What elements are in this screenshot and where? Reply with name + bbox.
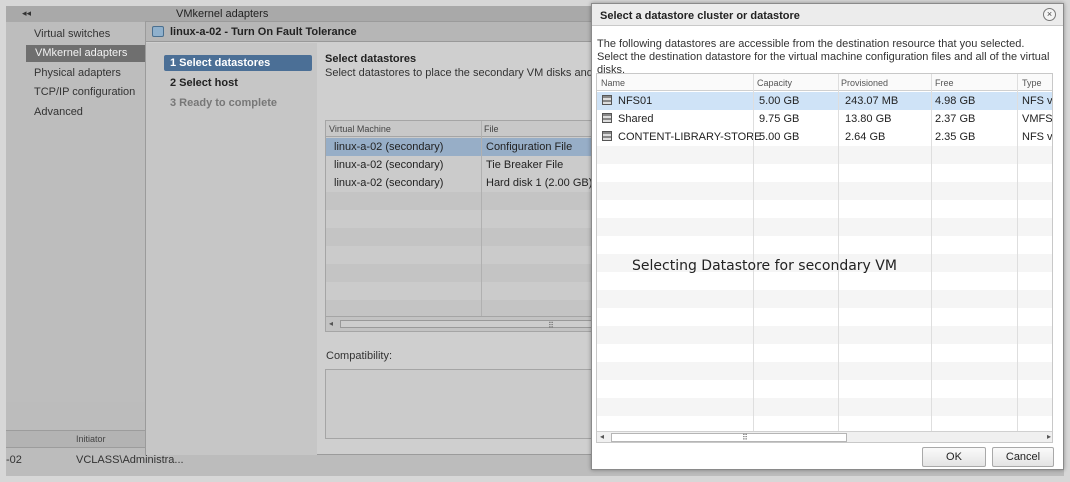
column-divider xyxy=(838,74,839,431)
row-vm-name: linux-a-02 (secondary) xyxy=(334,177,444,189)
column-divider xyxy=(481,121,482,316)
task-row-initiator: VCLASS\Administra... xyxy=(76,454,184,466)
column-file[interactable]: File xyxy=(484,124,499,134)
wizard-steps: 1 Select datastores 2 Select host 3 Read… xyxy=(146,43,317,455)
datastore-type: NFS v3 xyxy=(1022,95,1053,107)
empty-row xyxy=(326,300,599,316)
collapse-panel-icon[interactable]: ◂◂ xyxy=(22,8,31,19)
column-divider xyxy=(753,74,754,431)
wizard-page-subtitle: Select datastores to place the secondary… xyxy=(325,67,632,79)
datastore-name: CONTENT-LIBRARY-STORE xyxy=(618,131,762,143)
empty-row xyxy=(597,362,1052,380)
compatibility-label: Compatibility: xyxy=(326,350,393,362)
row-vm-name: linux-a-02 (secondary) xyxy=(334,159,444,171)
datastore-icon xyxy=(602,131,612,141)
datastore-type: NFS v3 xyxy=(1022,131,1053,143)
datastore-capacity: 5.00 GB xyxy=(759,95,800,107)
datastore-free: 2.35 GB xyxy=(935,131,976,143)
close-icon[interactable]: × xyxy=(1043,8,1056,21)
nav-item-advanced[interactable]: Advanced xyxy=(34,106,83,118)
dialog-title-bar: Select a datastore cluster or datastore … xyxy=(592,4,1063,26)
datastore-capacity: 5.00 GB xyxy=(759,131,800,143)
column-capacity[interactable]: Capacity xyxy=(757,78,792,88)
datastore-grid-horizontal-scrollbar[interactable]: ◂ ⠿ ▸ xyxy=(597,431,1052,442)
row-file: Configuration File xyxy=(486,141,573,153)
datastore-name: Shared xyxy=(618,113,654,125)
datastore-icon xyxy=(602,113,612,123)
dialog-description: The following datastores are accessible … xyxy=(597,38,1050,76)
annotation-caption: Selecting Datastore for secondary VM xyxy=(632,258,897,274)
empty-row xyxy=(597,290,1052,308)
datastore-name: NFS01 xyxy=(618,95,653,107)
fault-tolerance-wizard: linux-a-02 - Turn On Fault Tolerance 1 S… xyxy=(145,21,631,455)
nav-item-vmkernel-adapters[interactable]: VMkernel adapters xyxy=(26,45,150,62)
datastore-free: 2.37 GB xyxy=(935,113,976,125)
column-divider xyxy=(931,74,932,431)
datastore-row[interactable]: CONTENT-LIBRARY-STORE 5.00 GB 2.64 GB 2.… xyxy=(597,128,1053,146)
wizard-page-title: Select datastores xyxy=(325,53,417,65)
column-provisioned[interactable]: Provisioned xyxy=(841,78,888,88)
app-side-nav: Virtual switches VMkernel adapters Physi… xyxy=(6,22,150,402)
row-file: Tie Breaker File xyxy=(486,159,564,171)
grip-icon: ⠿ xyxy=(742,433,748,442)
datastore-provisioned: 243.07 MB xyxy=(845,95,899,107)
grip-icon: ⠿ xyxy=(548,321,554,330)
step-select-datastores[interactable]: 1 Select datastores xyxy=(164,55,312,71)
empty-row xyxy=(597,182,1052,200)
step-ready-to-complete: 3 Ready to complete xyxy=(170,97,277,109)
column-virtual-machine[interactable]: Virtual Machine xyxy=(329,124,391,134)
vm-grid-header: Virtual Machine File xyxy=(326,121,599,137)
datastore-grid-header: Name Capacity Provisioned Free Type xyxy=(597,74,1052,91)
scrollbar-thumb[interactable]: ⠿ xyxy=(611,433,847,442)
datastore-capacity: 9.75 GB xyxy=(759,113,800,125)
column-free[interactable]: Free xyxy=(935,78,954,88)
scroll-left-icon[interactable]: ◂ xyxy=(329,319,333,328)
scrollbar-thumb[interactable]: ⠿ xyxy=(340,320,595,330)
wizard-content: Select datastores Select datastores to p… xyxy=(320,43,631,455)
scroll-left-icon[interactable]: ◂ xyxy=(600,432,604,441)
app-section-title: VMkernel adapters xyxy=(176,8,269,20)
table-row[interactable]: linux-a-02 (secondary) Configuration Fil… xyxy=(326,138,599,156)
column-divider xyxy=(1017,74,1018,431)
empty-row xyxy=(597,218,1052,236)
vm-icon xyxy=(152,26,164,37)
empty-row xyxy=(597,326,1052,344)
empty-row xyxy=(597,398,1052,416)
compatibility-box xyxy=(325,369,598,439)
vm-grid-horizontal-scrollbar[interactable]: ◂ ⠿ xyxy=(326,316,599,331)
wizard-title-bar: linux-a-02 - Turn On Fault Tolerance xyxy=(146,22,596,42)
ok-button[interactable]: OK xyxy=(922,447,986,467)
scroll-right-icon[interactable]: ▸ xyxy=(1047,432,1051,441)
table-row[interactable]: linux-a-02 (secondary) Hard disk 1 (2.00… xyxy=(326,174,599,192)
row-file: Hard disk 1 (2.00 GB) xyxy=(486,177,593,189)
column-type[interactable]: Type xyxy=(1022,78,1042,88)
nav-item-tcpip-configuration[interactable]: TCP/IP configuration xyxy=(34,86,135,98)
empty-row xyxy=(326,228,599,246)
datastore-grid: Name Capacity Provisioned Free Type NFS0… xyxy=(596,73,1053,443)
empty-row xyxy=(597,146,1052,164)
wizard-title: linux-a-02 - Turn On Fault Tolerance xyxy=(170,26,357,38)
row-vm-name: linux-a-02 (secondary) xyxy=(334,141,444,153)
dialog-title: Select a datastore cluster or datastore xyxy=(600,10,800,22)
datastore-type: VMFS xyxy=(1022,113,1053,125)
empty-row xyxy=(326,192,599,210)
datastore-icon xyxy=(602,95,612,105)
datastore-provisioned: 13.80 GB xyxy=(845,113,892,125)
step-select-host[interactable]: 2 Select host xyxy=(164,75,312,91)
datastore-provisioned: 2.64 GB xyxy=(845,131,886,143)
table-row[interactable]: linux-a-02 (secondary) Tie Breaker File xyxy=(326,156,599,174)
cancel-button[interactable]: Cancel xyxy=(992,447,1054,467)
nav-item-virtual-switches[interactable]: Virtual switches xyxy=(34,28,110,40)
nav-item-physical-adapters[interactable]: Physical adapters xyxy=(34,67,121,79)
select-datastore-dialog: Select a datastore cluster or datastore … xyxy=(591,3,1064,470)
datastore-free: 4.98 GB xyxy=(935,95,976,107)
datastore-row[interactable]: Shared 9.75 GB 13.80 GB 2.37 GB VMFS xyxy=(597,110,1053,128)
datastore-row[interactable]: NFS01 5.00 GB 243.07 MB 4.98 GB NFS v3 xyxy=(597,92,1053,110)
tasks-column-initiator[interactable]: Initiator xyxy=(76,434,106,444)
vm-files-grid: Virtual Machine File linux-a-02 (seconda… xyxy=(325,120,599,332)
task-row-target: -02 xyxy=(6,454,22,466)
column-name[interactable]: Name xyxy=(601,78,625,88)
empty-row xyxy=(326,264,599,282)
